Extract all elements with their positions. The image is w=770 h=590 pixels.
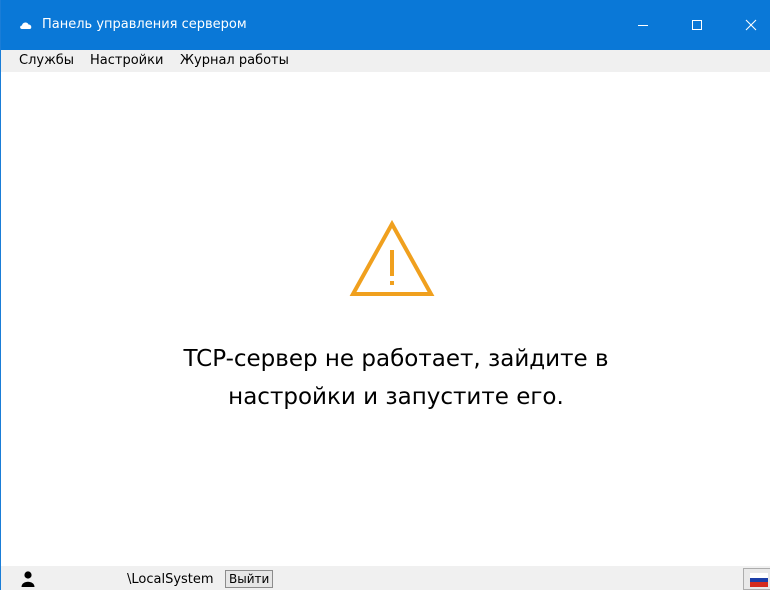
title-bar[interactable]: Панель управления сервером <box>1 0 770 50</box>
menu-item-settings[interactable]: Настройки <box>90 53 163 69</box>
menu-bar: Службы Настройки Журнал работы <box>1 50 770 72</box>
error-message-line1: TCP-сервер не работает, зайдите в <box>183 346 609 372</box>
close-icon <box>745 19 757 31</box>
minimize-button[interactable] <box>621 0 665 50</box>
flag-ru-icon <box>750 573 768 587</box>
maximize-icon <box>692 20 702 30</box>
warning-icon <box>349 220 435 296</box>
user-icon <box>21 571 35 587</box>
cloud-icon <box>20 22 32 29</box>
status-bar: \LocalSystem Выйти <box>1 566 770 590</box>
window-title: Панель управления сервером <box>42 17 247 32</box>
maximize-button[interactable] <box>675 0 719 50</box>
logout-button[interactable]: Выйти <box>225 570 274 588</box>
language-button[interactable] <box>743 568 770 590</box>
menu-item-work-log[interactable]: Журнал работы <box>180 53 289 69</box>
current-user: \LocalSystem <box>127 572 214 587</box>
minimize-icon <box>638 25 648 26</box>
app-window: Панель управления сервером Службы Настро… <box>0 0 770 590</box>
menu-item-services[interactable]: Службы <box>19 53 74 69</box>
error-message-line2: настройки и запустите его. <box>228 384 564 410</box>
main-content: TCP-сервер не работает, зайдите в настро… <box>1 72 770 566</box>
close-button[interactable] <box>729 0 770 50</box>
